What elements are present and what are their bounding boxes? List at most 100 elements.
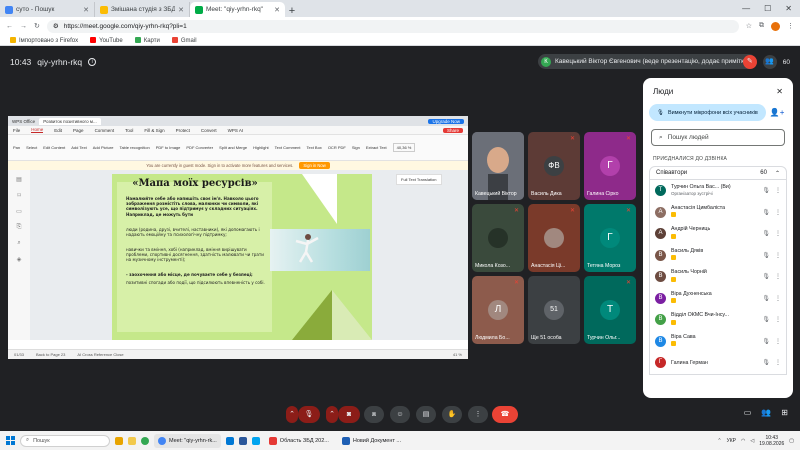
meeting-info-icon[interactable]: i (88, 58, 97, 66)
layers-icon[interactable]: ◈ (17, 256, 22, 263)
site-info-icon[interactable]: ⚙ (53, 22, 59, 30)
mic-options-chevron-icon[interactable]: ⌃ (286, 406, 298, 423)
people-icon[interactable]: 👥 (761, 408, 771, 417)
browser-tab-search[interactable]: суто - Пошук ✕ (0, 2, 95, 17)
list-item[interactable]: Г Галина Герман 🎙 ⋮ (650, 352, 786, 374)
file-explorer-icon[interactable] (128, 436, 136, 445)
menu-icon[interactable]: ⋮ (787, 22, 794, 30)
mic-off-icon[interactable]: 🎙 (762, 338, 770, 345)
captions-button[interactable]: ▤ (416, 406, 436, 423)
tool-pan[interactable]: Pan (13, 145, 20, 150)
minimize-icon[interactable]: — (742, 4, 750, 13)
profile-icon[interactable] (771, 21, 780, 31)
participant-tile[interactable]: Л ✕ Людмила Бо... (472, 276, 524, 344)
zoom-value[interactable]: 40,36 % (392, 143, 416, 152)
more-options-icon[interactable]: ⋮ (775, 230, 781, 237)
tool-ocr[interactable]: OCR PDF (328, 145, 346, 150)
comment-panel-icon[interactable]: ▭ (16, 208, 22, 215)
new-tab-button[interactable]: + (285, 5, 299, 17)
list-item[interactable]: Т Турчин Ольга Вас... (Ви) Організатор зу… (650, 180, 786, 202)
tool-add-text[interactable]: Add Text (71, 145, 87, 150)
tool-highlight[interactable]: Highlight (253, 145, 269, 150)
taskbar-search[interactable]: ⌕ Пошук (20, 434, 110, 447)
app-icon[interactable] (251, 436, 260, 445)
camera-toggle-button[interactable]: ◙ (338, 406, 360, 423)
full-text-translation-button[interactable]: Full Text Translation (396, 174, 442, 185)
back-to-page[interactable]: Back to Page 23 (36, 352, 65, 357)
wps-menu-home[interactable]: Home (31, 127, 44, 133)
participant-tile[interactable]: ФВ ✕ Василь Дика (528, 132, 580, 200)
more-options-icon[interactable]: ⋮ (775, 252, 781, 259)
participant-tile[interactable]: Г ✕ Галина Сірко (584, 132, 636, 200)
browser-tab-studio[interactable]: Змішана студія з ЗБД - ... ✕ (95, 2, 190, 17)
browser-tab-meet[interactable]: Meet: "qiy-yrhn-rkq" ✕ (190, 2, 285, 17)
sign-in-now-button[interactable]: Sign in Now (299, 162, 330, 169)
url-field[interactable]: ⚙ https://meet.google.com/qiy-yrhn-rkq?p… (46, 19, 739, 33)
mic-off-icon[interactable]: 🎙 (762, 252, 770, 259)
more-options-button[interactable]: ⋮ (468, 406, 488, 423)
back-icon[interactable]: ← (6, 23, 13, 30)
close-tab-icon[interactable]: ✕ (83, 6, 89, 14)
language-indicator[interactable]: УКР (727, 438, 736, 444)
participant-tile[interactable]: ✕ Анастасія Ці... (528, 204, 580, 272)
list-item[interactable]: В Василь Чорній 🎙 ⋮ (650, 266, 786, 288)
mic-off-icon[interactable]: 🎙 (762, 209, 770, 216)
wps-menu-convert[interactable]: Convert (201, 128, 217, 133)
mic-off-icon[interactable]: 🎙 (762, 359, 770, 366)
more-options-icon[interactable]: ⋮ (775, 209, 781, 216)
ai-cross-reference[interactable]: AI Cross Reference Close (77, 352, 123, 357)
present-button[interactable]: ⧈ (364, 406, 384, 423)
chat-icon[interactable]: ▭ (744, 408, 752, 417)
chevron-up-icon[interactable]: ⌃ (717, 438, 721, 444)
more-participants-tile[interactable]: 51 Ще 51 особа (528, 276, 580, 344)
mic-toggle-button[interactable]: 🎙 (298, 406, 320, 423)
extensions-icon[interactable]: ⧉ (759, 22, 764, 30)
participant-tile[interactable]: ✕ Микола Козо... (472, 204, 524, 272)
mail-icon[interactable] (238, 436, 247, 445)
list-item[interactable]: В Відділ ОКМС Вчи-Інсу... 🎙 ⋮ (650, 309, 786, 331)
reactions-button[interactable]: ☺ (390, 406, 410, 423)
people-search-input[interactable]: ⌕ Пошук людей (651, 129, 785, 146)
tool-table-recognition[interactable]: Table recognition (119, 145, 149, 150)
star-icon[interactable]: ☆ (746, 22, 752, 30)
wps-menu-comment[interactable]: Comment (95, 128, 115, 133)
tool-text-box[interactable]: Text Box (306, 145, 321, 150)
wps-doc-tab[interactable]: Розвиток позитивного м... (39, 117, 101, 125)
more-options-icon[interactable]: ⋮ (775, 338, 781, 345)
page-number[interactable]: 01/33 (14, 352, 24, 357)
more-options-icon[interactable]: ⋮ (775, 295, 781, 302)
notification-icon[interactable]: ▢ (789, 438, 794, 444)
tool-add-picture[interactable]: Add Picture (93, 145, 114, 150)
search-doc-icon[interactable]: ⌕ (17, 240, 20, 247)
taskbar-app-meet[interactable]: Meet: "qiy-yrhn-rk... (154, 433, 221, 448)
bookmark-maps[interactable]: Карти (134, 36, 160, 44)
wps-menu-page[interactable]: Page (73, 128, 84, 133)
taskbar-app-pdf[interactable]: Область ЗБД 202... (265, 434, 333, 448)
more-options-icon[interactable]: ⋮ (775, 273, 781, 280)
list-item[interactable]: В Віра Духненська 🎙 ⋮ (650, 288, 786, 310)
participant-tile[interactable]: Кавецький Віктор (472, 132, 524, 200)
add-person-icon[interactable]: 👤+ (770, 108, 785, 117)
status-zoom[interactable]: 41 % (453, 352, 462, 357)
mic-off-icon[interactable]: 🎙 (762, 295, 770, 302)
volume-icon[interactable]: ◁ (750, 438, 754, 444)
camera-options-chevron-icon[interactable]: ⌃ (326, 406, 338, 423)
mic-off-icon[interactable]: 🎙 (762, 187, 770, 194)
mic-off-icon[interactable]: 🎙 (762, 273, 770, 280)
wps-upgrade-button[interactable]: Upgrade Now (428, 118, 464, 124)
more-options-icon[interactable]: ⋮ (775, 187, 781, 194)
widgets-icon[interactable] (115, 436, 123, 445)
thumbnails-icon[interactable]: ▤ (16, 176, 22, 183)
list-item[interactable]: А Анастасія Цимбаліста 🎙 ⋮ (650, 202, 786, 224)
maximize-icon[interactable]: ☐ (764, 4, 771, 13)
system-clock[interactable]: 10:43 19.08.2026 (759, 435, 784, 447)
taskbar-app-doc[interactable]: Новий Документ ... (338, 434, 405, 448)
tool-sign[interactable]: Sign (352, 145, 360, 150)
chrome-icon[interactable] (141, 436, 149, 445)
wps-menu-tool[interactable]: Tool (125, 128, 133, 133)
wps-menu-fill-sign[interactable]: Fill & Sign (144, 128, 164, 133)
bookmark-youtube[interactable]: YouTube (90, 36, 123, 44)
tool-extract-text[interactable]: Extract Text (366, 145, 387, 150)
windows-start-icon[interactable] (6, 436, 15, 445)
bookmark-gmail[interactable]: Gmail (171, 36, 197, 44)
